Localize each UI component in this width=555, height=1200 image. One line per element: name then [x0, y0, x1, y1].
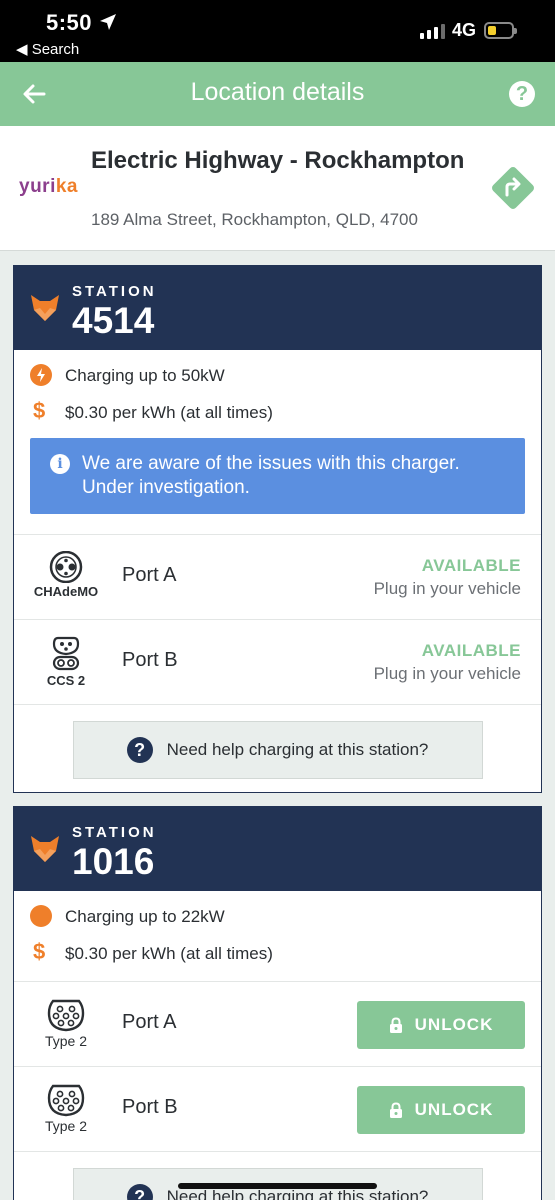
status-time: 5:50	[46, 10, 93, 35]
lightning-icon	[30, 364, 52, 386]
unlock-button[interactable]: UNLOCK	[357, 1001, 525, 1049]
power-text: Charging up to 22kW	[65, 907, 225, 926]
power-row: Charging up to 50kW	[14, 358, 541, 395]
port-row: Type 2 Port B UNLOCK	[14, 1066, 541, 1151]
port-row[interactable]: CHAdeMO Port A AVAILABLE Plug in your ve…	[14, 534, 541, 619]
status-bar: 5:50 ◀ Search 4G	[0, 0, 555, 62]
station-number: 4514	[72, 300, 155, 341]
type2-plug-icon	[47, 999, 85, 1032]
price-row: $ $0.30 per kWh (at all times)	[14, 936, 541, 973]
directions-diamond-icon[interactable]	[490, 165, 536, 211]
fox-icon	[31, 836, 59, 862]
plug-label: Type 2	[44, 1033, 88, 1049]
dollar-icon: $	[33, 939, 46, 964]
port-status: AVAILABLE Plug in your vehicle	[374, 556, 521, 599]
plug-type: Type 2	[30, 998, 102, 1049]
battery-icon	[484, 22, 517, 39]
status-badge: AVAILABLE	[421, 556, 521, 575]
chademo-plug-icon	[49, 551, 83, 583]
signal-icon	[420, 23, 445, 39]
info-icon: i	[50, 454, 70, 474]
lock-icon	[389, 1016, 402, 1033]
ccs2-plug-icon	[52, 636, 80, 671]
question-circle-icon[interactable]: ?	[509, 81, 535, 107]
station-number: 1016	[72, 841, 155, 882]
unlock-label: UNLOCK	[414, 1100, 494, 1119]
port-name: Port A	[122, 1011, 177, 1033]
alert-text: We are aware of the issues with this cha…	[82, 453, 460, 498]
location-arrow-icon	[100, 14, 116, 30]
location-header: yurika Electric Highway - Rockhampton 18…	[0, 126, 555, 251]
plug-type: CHAdeMO	[30, 551, 102, 599]
price-text: $0.30 per kWh (at all times)	[65, 944, 273, 963]
station-card: STATION 1016 Charging up to 22kW $ $0.30…	[13, 806, 542, 1200]
power-text: Charging up to 50kW	[65, 366, 225, 385]
plug-label: CHAdeMO	[33, 584, 99, 599]
plug-type: Type 2	[30, 1083, 102, 1134]
port-row: Type 2 Port A UNLOCK	[14, 981, 541, 1066]
lock-icon	[389, 1101, 402, 1118]
page-title: Location details	[190, 78, 365, 106]
port-name: Port A	[122, 564, 177, 586]
station-header: STATION 1016	[14, 807, 541, 891]
station-label: STATION	[72, 824, 157, 841]
location-name: Electric Highway - Rockhampton	[91, 147, 465, 174]
yurika-logo: yurika	[19, 176, 78, 197]
network-type: 4G	[452, 20, 477, 40]
question-circle-icon: ?	[126, 1184, 153, 1200]
plug-label: CCS 2	[46, 673, 86, 688]
help-label: Need help charging at this station?	[166, 740, 429, 759]
back-to-search-link[interactable]: ◀ Search	[16, 40, 79, 58]
price-text: $0.30 per kWh (at all times)	[65, 403, 273, 422]
home-indicator[interactable]	[178, 1183, 377, 1189]
question-circle-icon: ?	[126, 737, 153, 763]
nav-bar: Location details ?	[0, 62, 555, 126]
status-badge: AVAILABLE	[421, 641, 521, 660]
help-charging-button[interactable]: ? Need help charging at this station?	[72, 721, 483, 779]
port-name: Port B	[122, 649, 178, 671]
unlock-button[interactable]: UNLOCK	[357, 1086, 525, 1134]
station-label: STATION	[72, 283, 157, 300]
port-row[interactable]: CCS 2 Port B AVAILABLE Plug in your vehi…	[14, 619, 541, 704]
alert-banner: i We are aware of the issues with this c…	[30, 438, 525, 514]
station-header: STATION 4514	[14, 266, 541, 350]
status-hint: Plug in your vehicle	[373, 579, 521, 598]
plug-type: CCS 2	[30, 636, 102, 688]
status-hint: Plug in your vehicle	[373, 664, 521, 683]
dollar-icon: $	[33, 398, 46, 423]
port-name: Port B	[122, 1096, 178, 1118]
price-row: $ $0.30 per kWh (at all times)	[14, 395, 541, 432]
fox-icon	[31, 295, 59, 321]
power-dot-icon	[30, 905, 52, 927]
power-row: Charging up to 22kW	[14, 899, 541, 936]
port-status: AVAILABLE Plug in your vehicle	[374, 641, 521, 684]
type2-plug-icon	[47, 1084, 85, 1117]
station-card: STATION 4514 Charging up to 50kW $ $0.30…	[13, 265, 542, 793]
unlock-label: UNLOCK	[414, 1015, 494, 1034]
location-address: 189 Alma Street, Rockhampton, QLD, 4700	[91, 210, 418, 229]
plug-label: Type 2	[44, 1118, 88, 1134]
